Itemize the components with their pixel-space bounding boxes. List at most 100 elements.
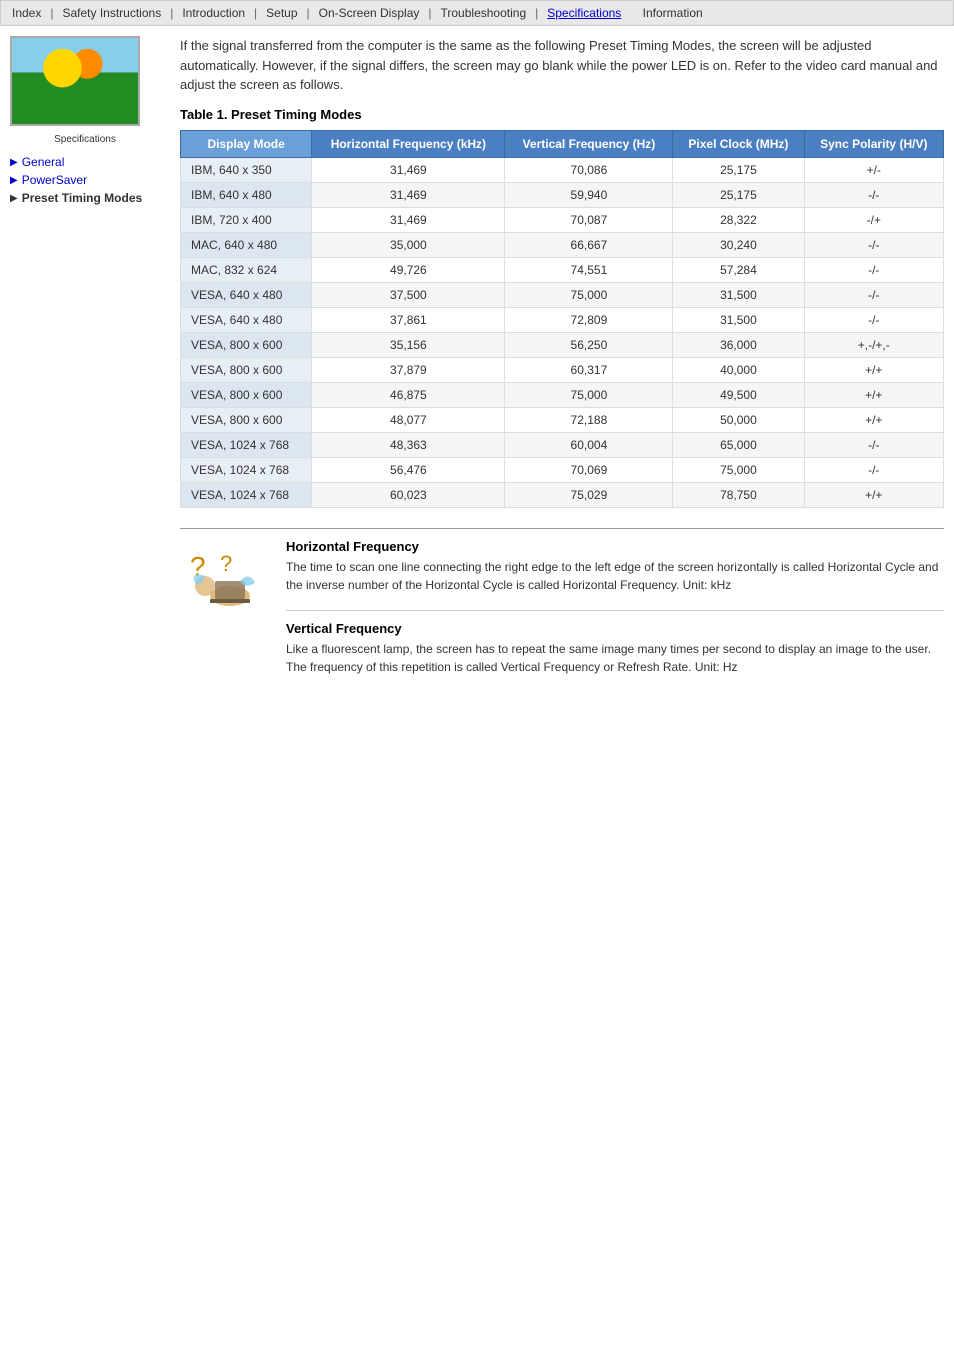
nav-troubleshoot[interactable]: Troubleshooting [438, 5, 530, 21]
nav-osd[interactable]: On-Screen Display [316, 5, 423, 21]
cell-display-mode: VESA, 640 x 480 [181, 307, 312, 332]
nav-sep-4: | [305, 6, 312, 20]
cell-sync-polarity: -/- [804, 432, 943, 457]
cell-display-mode: VESA, 1024 x 768 [181, 457, 312, 482]
cell-sync-polarity: -/- [804, 282, 943, 307]
cell-v-freq: 74,551 [505, 257, 673, 282]
cell-pixel-clock: 31,500 [673, 282, 804, 307]
footer-section: ? ? Horizontal Frequency The time to sca… [180, 528, 944, 692]
definition-separator [286, 610, 944, 611]
cell-h-freq: 37,879 [312, 357, 505, 382]
table-body: IBM, 640 x 35031,46970,08625,175+/-IBM, … [181, 157, 944, 507]
nav-intro[interactable]: Introduction [179, 5, 248, 21]
table-row: VESA, 800 x 60037,87960,31740,000+/+ [181, 357, 944, 382]
cell-sync-polarity: +,-/+,- [804, 332, 943, 357]
cell-v-freq: 60,317 [505, 357, 673, 382]
nav-sep-2: | [168, 6, 175, 20]
cell-display-mode: VESA, 800 x 600 [181, 382, 312, 407]
cell-v-freq: 59,940 [505, 182, 673, 207]
sidebar-nav: ▶ General ▶ PowerSaver ▶ Preset Timing M… [10, 153, 160, 207]
cell-pixel-clock: 31,500 [673, 307, 804, 332]
cell-display-mode: IBM, 640 x 350 [181, 157, 312, 182]
table-row: VESA, 800 x 60035,15656,25036,000+,-/+,- [181, 332, 944, 357]
table-row: VESA, 1024 x 76860,02375,02978,750+/+ [181, 482, 944, 507]
cell-v-freq: 70,087 [505, 207, 673, 232]
cell-h-freq: 31,469 [312, 157, 505, 182]
cell-pixel-clock: 28,322 [673, 207, 804, 232]
cell-display-mode: IBM, 720 x 400 [181, 207, 312, 232]
cell-sync-polarity: +/+ [804, 357, 943, 382]
sidebar-item-powersaver[interactable]: ▶ PowerSaver [10, 171, 160, 189]
cell-display-mode: VESA, 1024 x 768 [181, 432, 312, 457]
cell-sync-polarity: +/+ [804, 482, 943, 507]
cell-sync-polarity: -/- [804, 307, 943, 332]
cell-display-mode: VESA, 1024 x 768 [181, 482, 312, 507]
cell-pixel-clock: 78,750 [673, 482, 804, 507]
nav-info[interactable]: Information [640, 5, 706, 21]
th-sync-polarity: Sync Polarity (H/V) [804, 130, 943, 157]
table-row: MAC, 832 x 62449,72674,55157,284-/- [181, 257, 944, 282]
table-row: IBM, 640 x 48031,46959,94025,175-/- [181, 182, 944, 207]
cell-pixel-clock: 36,000 [673, 332, 804, 357]
table-row: VESA, 800 x 60048,07772,18850,000+/+ [181, 407, 944, 432]
nav-sep-5: | [426, 6, 433, 20]
monitor-icon: ? ? [185, 541, 265, 616]
timing-table: Display Mode Horizontal Frequency (kHz) … [180, 130, 944, 508]
cell-display-mode: VESA, 800 x 600 [181, 407, 312, 432]
v-freq-text: Like a fluorescent lamp, the screen has … [286, 640, 944, 676]
logo-image [12, 38, 138, 124]
cell-v-freq: 75,000 [505, 382, 673, 407]
cell-h-freq: 37,861 [312, 307, 505, 332]
table-row: IBM, 640 x 35031,46970,08625,175+/- [181, 157, 944, 182]
nav-setup[interactable]: Setup [263, 5, 300, 21]
cell-pixel-clock: 57,284 [673, 257, 804, 282]
cell-v-freq: 75,000 [505, 282, 673, 307]
nav-index[interactable]: Index [9, 5, 44, 21]
cell-pixel-clock: 65,000 [673, 432, 804, 457]
sidebar-item-general[interactable]: ▶ General [10, 153, 160, 171]
v-freq-definition: Vertical Frequency Like a fluorescent la… [286, 621, 944, 676]
intro-text: If the signal transferred from the compu… [180, 36, 944, 95]
table-title: Table 1. Preset Timing Modes [180, 107, 944, 122]
cell-pixel-clock: 50,000 [673, 407, 804, 432]
cell-display-mode: MAC, 832 x 624 [181, 257, 312, 282]
table-row: VESA, 800 x 60046,87575,00049,500+/+ [181, 382, 944, 407]
footer-icon: ? ? [180, 539, 270, 619]
cell-sync-polarity: +/+ [804, 407, 943, 432]
h-freq-title: Horizontal Frequency [286, 539, 944, 554]
cell-pixel-clock: 75,000 [673, 457, 804, 482]
cell-h-freq: 37,500 [312, 282, 505, 307]
th-pixel-clock: Pixel Clock (MHz) [673, 130, 804, 157]
cell-v-freq: 60,004 [505, 432, 673, 457]
cell-v-freq: 70,069 [505, 457, 673, 482]
cell-pixel-clock: 30,240 [673, 232, 804, 257]
svg-text:?: ? [220, 551, 232, 576]
cell-pixel-clock: 25,175 [673, 157, 804, 182]
cell-display-mode: VESA, 640 x 480 [181, 282, 312, 307]
cell-sync-polarity: -/- [804, 257, 943, 282]
cell-h-freq: 46,875 [312, 382, 505, 407]
arrow-icon-preset: ▶ [10, 193, 18, 204]
cell-h-freq: 48,363 [312, 432, 505, 457]
cell-h-freq: 31,469 [312, 207, 505, 232]
sidebar-link-general[interactable]: General [22, 155, 65, 169]
h-freq-text: The time to scan one line connecting the… [286, 558, 944, 594]
cell-sync-polarity: +/+ [804, 382, 943, 407]
cell-v-freq: 75,029 [505, 482, 673, 507]
cell-sync-polarity: +/- [804, 157, 943, 182]
nav-safety[interactable]: Safety Instructions [59, 5, 164, 21]
sidebar-link-preset[interactable]: Preset Timing Modes [22, 191, 142, 205]
nav-specs[interactable]: Specifications [544, 5, 624, 21]
cell-display-mode: VESA, 800 x 600 [181, 357, 312, 382]
sidebar-link-powersaver[interactable]: PowerSaver [22, 173, 87, 187]
cell-h-freq: 49,726 [312, 257, 505, 282]
cell-v-freq: 72,188 [505, 407, 673, 432]
table-row: MAC, 640 x 48035,00066,66730,240-/- [181, 232, 944, 257]
cell-h-freq: 56,476 [312, 457, 505, 482]
nav-sep-6: | [533, 6, 540, 20]
table-header-row: Display Mode Horizontal Frequency (kHz) … [181, 130, 944, 157]
arrow-icon-powersaver: ▶ [10, 175, 18, 186]
table-row: VESA, 640 x 48037,50075,00031,500-/- [181, 282, 944, 307]
sidebar-item-preset[interactable]: ▶ Preset Timing Modes [10, 189, 160, 207]
arrow-icon-general: ▶ [10, 157, 18, 168]
